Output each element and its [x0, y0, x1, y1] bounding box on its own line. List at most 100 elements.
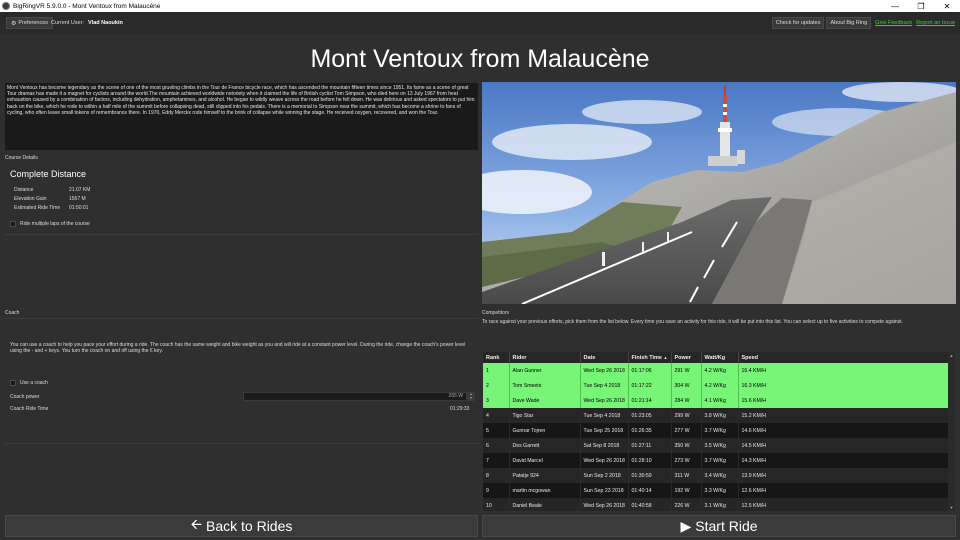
competitors-table: Rank Rider Date Finish Time ▲ Power Watt… [483, 352, 955, 511]
table-row[interactable]: 6 Des Garrett Sat Sep 8 2018 01:27:11 350 W3… [483, 438, 949, 453]
report-issue-link[interactable]: Report an Issue [916, 20, 955, 26]
distance-value: 21.07 KM [69, 187, 91, 193]
cell-rank: 2 [483, 378, 510, 393]
maximize-icon[interactable]: ❐ [908, 0, 934, 12]
course-details-panel: Complete Distance Distance 21.07 KM Elev… [5, 163, 478, 235]
cell-rank: 6 [483, 438, 510, 453]
cell-watt-kg: 4.2 W/Kg [701, 378, 739, 393]
cell-rider: Des Garrett [509, 438, 581, 453]
cell-finish-time: 01:17:06 [628, 363, 672, 378]
cell-finish-time: 01:30:59 [628, 468, 672, 483]
cell-power: 291 W [671, 363, 702, 378]
ride-time-row: Estimated Ride Time 01:50:01 [14, 205, 88, 211]
cell-speed: 15.6 KM/H [738, 393, 949, 408]
cell-speed: 12.5 KM/H [738, 498, 949, 511]
cell-power: 226 W [671, 498, 702, 511]
cell-date: Tue Sep 4 2018 [580, 408, 629, 423]
cell-rank: 8 [483, 468, 510, 483]
scroll-down-icon[interactable]: ▼ [948, 504, 955, 511]
col-finish-time[interactable]: Finish Time ▲ [628, 352, 672, 363]
cell-finish-time: 01:40:58 [628, 498, 672, 511]
cell-rank: 7 [483, 453, 510, 468]
col-rank[interactable]: Rank [483, 352, 510, 363]
elevation-value: 1567 M [69, 196, 86, 202]
cell-power: 284 W [671, 393, 702, 408]
check-updates-button[interactable]: Check for updates [771, 17, 825, 29]
close-icon[interactable]: ✕ [934, 0, 960, 12]
table-row[interactable]: 2 Tom Smeets Tue Sep 4 2018 01:17:22 304 W 4.… [483, 378, 949, 393]
current-user-name: Vlad Naoukin [88, 20, 123, 26]
current-user: Current User: Vlad Naoukin [51, 20, 123, 26]
cell-power: 277 W [671, 423, 702, 438]
cell-speed: 16.3 KM/H [738, 378, 949, 393]
cell-rider: Tigo Star [509, 408, 581, 423]
cell-speed: 14.6 KM/H [738, 423, 949, 438]
col-date[interactable]: Date [580, 352, 629, 363]
current-user-label: Current User: [51, 20, 85, 26]
about-button[interactable]: About Big Ring [826, 17, 872, 29]
elevation-label: Elevation Gain [14, 196, 47, 202]
col-watt-kg[interactable]: Watt/Kg [701, 352, 739, 363]
distance-row: Distance 21.07 KM [14, 187, 90, 193]
table-row[interactable]: 7 David Marcel Wed Sep 26 2018 01:28:10 273 … [483, 453, 949, 468]
col-power[interactable]: Power [671, 352, 702, 363]
app-icon [2, 2, 10, 10]
cell-rider: Patatje 924 [509, 468, 581, 483]
table-row[interactable]: 3 Dave Wade Wed Sep 26 2018 01:21:14 284 W 4.… [483, 393, 949, 408]
cell-date: Tue Sep 25 2018 [580, 423, 629, 438]
back-to-rides-button[interactable]: 🡨 Back to Rides [5, 515, 478, 537]
cell-power: 192 W [671, 483, 702, 498]
cell-date: Sun Sep 23 2018 [580, 483, 629, 498]
minimize-icon[interactable]: — [882, 0, 908, 12]
cell-rank: 4 [483, 408, 510, 423]
multiple-laps-label: Ride multiple laps of the course [20, 221, 90, 227]
coach-ride-time-label: Coach Ride Time [10, 406, 49, 412]
col-finish-time-label: Finish Time [631, 354, 662, 361]
page-title: Mont Ventoux from Malaucène [310, 45, 650, 73]
cell-rider: Alan Gunner [509, 363, 581, 378]
coach-ride-time-value: 01:29:33 [450, 406, 470, 412]
checkbox-box[interactable] [10, 380, 16, 386]
table-row[interactable]: 1 Alan Gunner Wed Sep 26 2018 01:17:06 291 W… [483, 363, 949, 378]
ride-time-value: 01:50:01 [69, 205, 89, 211]
coach-power-spinner[interactable]: ▲ ▼ [467, 392, 475, 401]
table-row[interactable]: 10 Daniel Beale Wed Sep 26 2018 01:40:58 226… [483, 498, 949, 511]
start-ride-label: Start Ride [695, 518, 758, 534]
ride-time-label: Estimated Ride Time [14, 205, 61, 211]
coach-power-input[interactable]: 265 W [243, 392, 467, 401]
toolbar-right: Check for updates About Big Ring Give Fe… [771, 17, 955, 29]
col-rider[interactable]: Rider [509, 352, 581, 363]
table-row[interactable]: 4 Tigo Star Tue Sep 4 2018 01:23:05 299 W 3.8… [483, 408, 949, 423]
cell-speed: 16.4 KM/H [738, 363, 949, 378]
window-title-bar: BigRingVR 5.9.0.0 - Mont Ventoux from Ma… [0, 0, 960, 12]
top-toolbar: ⚙ Preferences Current User: Vlad Naoukin … [0, 12, 960, 34]
table-row[interactable]: 8 Patatje 924 Sun Sep 2 2018 01:30:59 311 W3… [483, 468, 949, 483]
cell-speed: 12.6 KM/H [738, 483, 949, 498]
use-coach-checkbox[interactable]: Use a coach [10, 380, 48, 386]
col-speed[interactable]: Speed [738, 352, 949, 363]
cell-finish-time: 01:40:14 [628, 483, 672, 498]
multiple-laps-checkbox[interactable]: Ride multiple laps of the course [10, 221, 90, 227]
cell-date: Wed Sep 26 2018 [580, 498, 629, 511]
start-ride-button[interactable]: ▶ Start Ride [482, 515, 956, 537]
preferences-label: Preferences [18, 20, 49, 26]
preferences-button[interactable]: ⚙ Preferences [6, 17, 54, 29]
table-row[interactable]: 9 martin mcgowan Sun Sep 23 2018 01:40:14 19… [483, 483, 949, 498]
cell-power: 299 W [671, 408, 702, 423]
table-row[interactable]: 5 Gunnar Tojren Tue Sep 25 2018 01:26:35 277… [483, 423, 949, 438]
table-body: 1 Alan Gunner Wed Sep 26 2018 01:17:06 291 W… [483, 363, 949, 511]
cell-finish-time: 01:23:05 [628, 408, 672, 423]
cell-rank: 3 [483, 393, 510, 408]
cell-date: Sun Sep 2 2018 [580, 468, 629, 483]
checkbox-box[interactable] [10, 221, 16, 227]
use-coach-label: Use a coach [20, 380, 48, 386]
cell-watt-kg: 4.1 W/Kg [701, 393, 739, 408]
window-controls: — ❐ ✕ [882, 0, 960, 12]
cell-finish-time: 01:27:11 [628, 438, 672, 453]
give-feedback-link[interactable]: Give Feedback [875, 20, 912, 26]
distance-label: Distance [14, 187, 34, 193]
cell-watt-kg: 3.4 W/Kg [701, 468, 739, 483]
scroll-up-icon[interactable]: ▲ [948, 352, 955, 359]
cell-rider: Dave Wade [509, 393, 581, 408]
table-scrollbar[interactable]: ▲ ▼ [948, 352, 955, 511]
